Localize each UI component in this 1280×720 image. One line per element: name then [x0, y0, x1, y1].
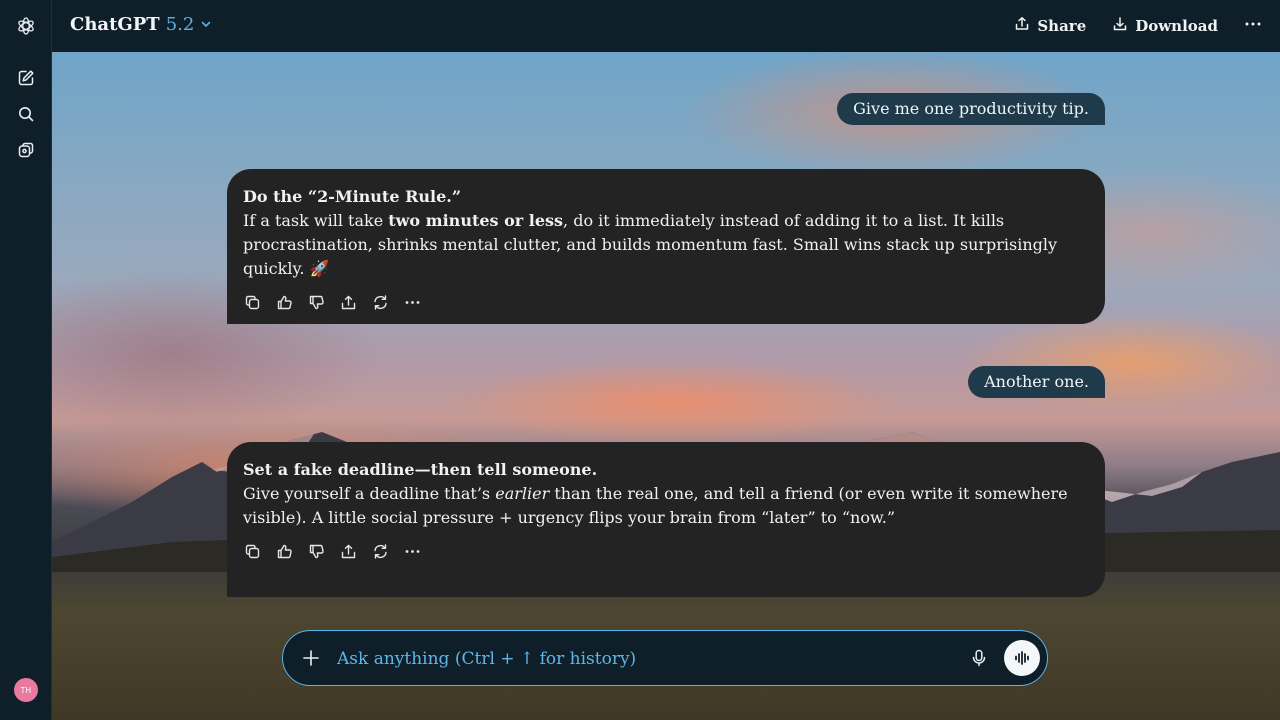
- assistant-message-body: Give yourself a deadline that’s earlier …: [243, 482, 1089, 530]
- body-bold-text: two minutes or less: [388, 211, 564, 230]
- share-icon[interactable]: [339, 293, 357, 311]
- more-icon[interactable]: [403, 293, 421, 311]
- more-icon[interactable]: [403, 542, 421, 560]
- model-selector[interactable]: ChatGPT 5.2: [70, 14, 212, 35]
- copy-icon[interactable]: [243, 542, 261, 560]
- user-message: Give me one productivity tip.: [837, 93, 1105, 125]
- library-icon[interactable]: [16, 140, 36, 160]
- thumbs-down-icon[interactable]: [307, 542, 325, 560]
- regenerate-icon[interactable]: [371, 542, 389, 560]
- share-icon: [1014, 16, 1030, 36]
- thumbs-up-icon[interactable]: [275, 293, 293, 311]
- assistant-message-title: Set a fake deadline—then tell someone.: [243, 460, 598, 479]
- model-version: 5.2: [165, 14, 195, 35]
- download-icon: [1112, 16, 1128, 36]
- thumbs-down-icon[interactable]: [307, 293, 325, 311]
- download-button[interactable]: Download: [1112, 16, 1218, 36]
- composer: [282, 630, 1048, 686]
- microphone-icon[interactable]: [969, 648, 989, 668]
- user-message: Another one.: [968, 366, 1105, 398]
- body-text: If a task will take: [243, 211, 389, 230]
- openai-logo-icon[interactable]: [16, 16, 36, 36]
- assistant-message-title: Do the “2-Minute Rule.”: [243, 187, 462, 206]
- copy-icon[interactable]: [243, 293, 261, 311]
- message-actions: [243, 542, 1089, 560]
- user-message-text: Another one.: [984, 372, 1089, 391]
- download-label: Download: [1135, 17, 1218, 35]
- body-italic-text: earlier: [495, 484, 550, 503]
- body-text: Give yourself a deadline that’s: [243, 484, 496, 503]
- avatar[interactable]: TH: [14, 678, 38, 702]
- more-options-button[interactable]: [1244, 16, 1262, 36]
- top-bar: ChatGPT 5.2 Share Download: [52, 0, 1280, 52]
- share-icon[interactable]: [339, 542, 357, 560]
- share-label: Share: [1037, 17, 1087, 35]
- new-chat-icon[interactable]: [16, 68, 36, 88]
- sidebar: TH: [0, 0, 52, 720]
- thumbs-up-icon[interactable]: [275, 542, 293, 560]
- user-message-text: Give me one productivity tip.: [853, 99, 1089, 118]
- assistant-message-body: If a task will take two minutes or less,…: [243, 209, 1089, 281]
- model-name: ChatGPT: [70, 14, 160, 35]
- message-actions: [243, 293, 1089, 311]
- plus-icon[interactable]: [301, 648, 321, 668]
- share-button[interactable]: Share: [1014, 16, 1086, 36]
- more-icon: [1244, 16, 1262, 36]
- chat-area: Give me one productivity tip. Do the “2-…: [52, 52, 1280, 720]
- chevron-down-icon: [200, 14, 212, 35]
- regenerate-icon[interactable]: [371, 293, 389, 311]
- voice-mode-button[interactable]: [1004, 640, 1040, 676]
- assistant-message: Set a fake deadline—then tell someone. G…: [227, 442, 1105, 597]
- assistant-message: Do the “2-Minute Rule.” If a task will t…: [227, 169, 1105, 324]
- search-icon[interactable]: [16, 104, 36, 124]
- message-input[interactable]: [335, 646, 939, 672]
